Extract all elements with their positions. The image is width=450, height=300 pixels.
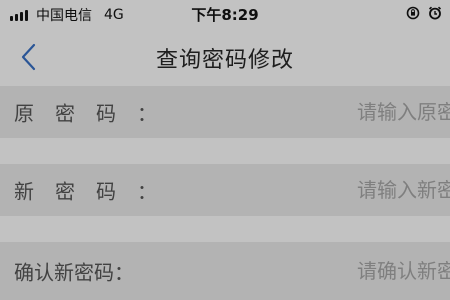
- row-separator: [0, 138, 450, 164]
- page-title: 查询密码修改: [155, 48, 294, 73]
- new-password-label: 新密码：: [14, 179, 157, 204]
- confirm-password-label: 确认新密码：: [14, 260, 134, 285]
- new-password-row: 新密码：: [0, 164, 450, 216]
- nav-bar: 查询密码修改: [0, 28, 450, 86]
- app-screen: 中国电信 4G 下午8:29 查询密码修改 原密码： 新 密 码 ： 确认新密码…: [0, 0, 450, 300]
- screen-rotation-lock-icon: [406, 6, 420, 20]
- new-password-input[interactable]: [357, 178, 450, 202]
- old-password-label: 原密码：: [14, 101, 157, 126]
- row-separator: [0, 216, 450, 242]
- old-password-row: 原密码：: [0, 86, 450, 138]
- confirm-password-row: 确认新密码：: [0, 242, 450, 300]
- status-right: [406, 6, 442, 20]
- old-password-input[interactable]: [357, 100, 450, 124]
- status-bar: 中国电信 4G 下午8:29: [0, 0, 450, 28]
- alarm-icon: [428, 6, 442, 20]
- confirm-password-input[interactable]: [357, 259, 450, 283]
- status-time: 下午8:29: [191, 6, 259, 24]
